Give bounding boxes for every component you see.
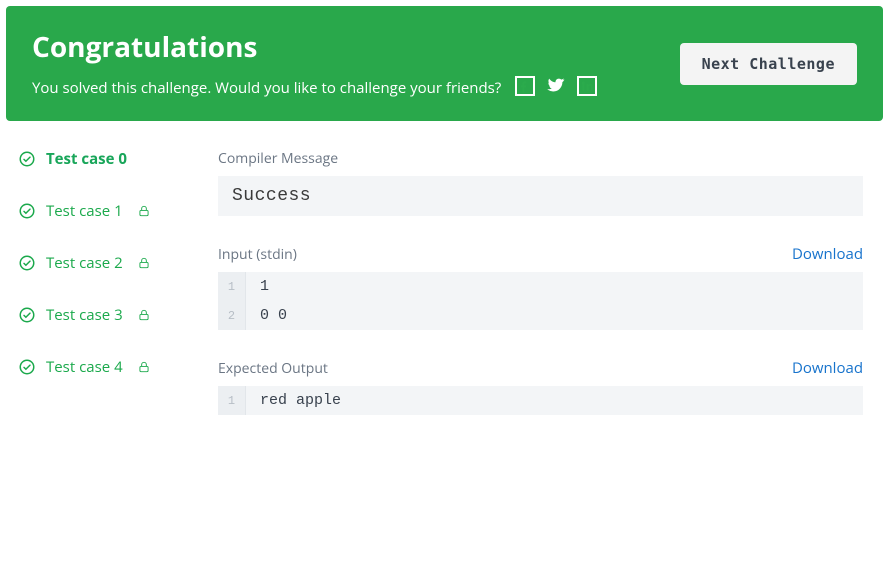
linkedin-icon[interactable] bbox=[577, 76, 597, 96]
testcase-item-1[interactable]: Test case 1 bbox=[18, 201, 188, 221]
expected-label: Expected Output bbox=[218, 359, 328, 378]
testcase-item-4[interactable]: Test case 4 bbox=[18, 357, 188, 377]
expected-download-link[interactable]: Download bbox=[792, 358, 863, 378]
input-label: Input (stdin) bbox=[218, 245, 297, 264]
compiler-section: Compiler Message Success bbox=[218, 149, 863, 216]
check-circle-icon bbox=[18, 202, 36, 220]
testcase-sidebar: Test case 0 Test case 1 Test case 2 Test ca… bbox=[18, 149, 188, 415]
code-text: 1 bbox=[246, 272, 863, 301]
code-line: 1red apple bbox=[218, 386, 863, 415]
code-text: 0 0 bbox=[246, 301, 863, 330]
line-number: 2 bbox=[218, 301, 246, 330]
testcase-item-2[interactable]: Test case 2 bbox=[18, 253, 188, 273]
congrats-banner: Congratulations You solved this challeng… bbox=[6, 6, 883, 121]
testcase-label: Test case 1 bbox=[46, 201, 123, 221]
expected-section: Expected Output Download 1red apple bbox=[218, 358, 863, 415]
line-number: 1 bbox=[218, 272, 246, 301]
input-code-block: 1120 0 bbox=[218, 272, 863, 330]
compiler-label: Compiler Message bbox=[218, 149, 863, 168]
testcase-label: Test case 4 bbox=[46, 357, 123, 377]
check-circle-icon bbox=[18, 306, 36, 324]
line-number: 1 bbox=[218, 386, 246, 415]
code-line: 11 bbox=[218, 272, 863, 301]
facebook-icon[interactable] bbox=[515, 76, 535, 96]
lock-icon bbox=[137, 204, 151, 218]
input-section: Input (stdin) Download 1120 0 bbox=[218, 244, 863, 330]
banner-title: Congratulations bbox=[32, 28, 597, 66]
code-text: red apple bbox=[246, 386, 863, 415]
expected-code-block: 1red apple bbox=[218, 386, 863, 415]
banner-subtitle: You solved this challenge. Would you lik… bbox=[32, 78, 501, 98]
testcase-item-0[interactable]: Test case 0 bbox=[18, 149, 188, 169]
check-circle-icon bbox=[18, 254, 36, 272]
lock-icon bbox=[137, 308, 151, 322]
input-download-link[interactable]: Download bbox=[792, 244, 863, 264]
next-challenge-button[interactable]: Next Challenge bbox=[680, 43, 857, 85]
compiler-message: Success bbox=[218, 176, 863, 216]
lock-icon bbox=[137, 256, 151, 270]
check-circle-icon bbox=[18, 358, 36, 376]
testcase-label: Test case 3 bbox=[46, 305, 123, 325]
check-circle-icon bbox=[18, 150, 36, 168]
testcase-label: Test case 0 bbox=[46, 149, 127, 169]
testcase-item-3[interactable]: Test case 3 bbox=[18, 305, 188, 325]
lock-icon bbox=[137, 360, 151, 374]
twitter-icon[interactable] bbox=[547, 76, 565, 99]
testcase-label: Test case 2 bbox=[46, 253, 123, 273]
code-line: 20 0 bbox=[218, 301, 863, 330]
